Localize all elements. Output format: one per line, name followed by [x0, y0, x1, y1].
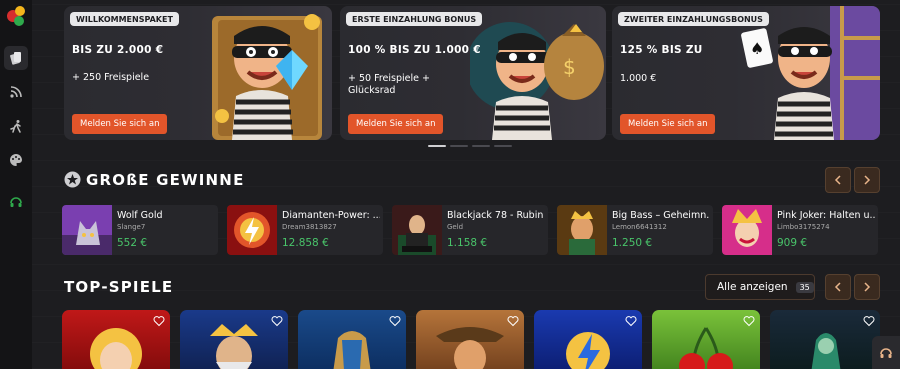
favorite-heart-icon[interactable] — [507, 315, 519, 327]
win-card[interactable]: Diamanten-Power: ... Dream3813827 12.858… — [227, 205, 383, 255]
win-game-name: Pink Joker: Halten u... — [777, 210, 875, 221]
carousel-dot[interactable] — [472, 145, 490, 147]
win-username: Lemon6641312 — [612, 223, 667, 231]
carousel-dot[interactable] — [428, 145, 446, 147]
favorite-heart-icon[interactable] — [271, 315, 283, 327]
robber-ace-illustration: ♠ — [741, 6, 880, 140]
game-tile[interactable] — [770, 310, 880, 369]
win-card[interactable]: Wolf Gold Slange7 552 € — [62, 205, 218, 255]
win-amount: 909 € — [777, 237, 808, 249]
headset-icon — [880, 347, 892, 358]
robber-moneybag-illustration: $ — [470, 22, 604, 140]
runner-icon[interactable] — [4, 114, 28, 138]
chevron-right-icon — [864, 282, 871, 292]
promo-banner-second-deposit[interactable]: ♠ ZWEITER EINZAHLUNGSBONUS 125 % BIS ZU … — [612, 6, 880, 140]
promo-subtext: 1.000 € — [620, 73, 657, 84]
favorite-heart-icon[interactable] — [153, 315, 165, 327]
star-icon — [64, 171, 81, 188]
win-username: Limbo3175274 — [777, 223, 830, 231]
pink-joker-thumbnail — [722, 205, 772, 255]
game-tile[interactable] — [416, 310, 524, 369]
signup-button[interactable]: Melden Sie sich an — [348, 114, 444, 134]
win-game-name: Wolf Gold — [117, 210, 163, 221]
signup-button[interactable]: Melden Sie sich an — [620, 114, 716, 134]
promo-headline: 125 % BIS ZU — [620, 44, 703, 56]
game-tile[interactable] — [180, 310, 288, 369]
wolf-gold-thumbnail — [62, 205, 112, 255]
chevron-left-icon — [834, 175, 841, 185]
promo-carousel: WILLKOMMENSPAKET BIS ZU 2.000 € + 250 Fr… — [64, 6, 880, 140]
top-games-next-button[interactable] — [854, 274, 880, 300]
top-games-title: TOP-SPIELE — [64, 278, 174, 296]
promo-subtext: + 50 Freispiele + Glücksrad — [348, 73, 430, 96]
palette-icon[interactable] — [4, 148, 28, 172]
win-card[interactable]: Big Bass – Geheimn... Lemon6641312 1.250… — [557, 205, 713, 255]
win-game-name: Blackjack 78 - Rubin — [447, 210, 544, 221]
support-chat-button[interactable] — [872, 336, 900, 369]
win-username: Slange7 — [117, 223, 146, 231]
carousel-indicator — [428, 145, 512, 147]
top-games-prev-button[interactable] — [825, 274, 851, 300]
show-all-label: Alle anzeigen — [717, 281, 788, 293]
game-tile[interactable] — [62, 310, 170, 369]
big-wins-next-button[interactable] — [854, 167, 880, 193]
rss-icon[interactable] — [4, 80, 28, 104]
carousel-dot[interactable] — [450, 145, 468, 147]
win-game-name: Big Bass – Geheimn... — [612, 210, 710, 221]
game-tile[interactable] — [534, 310, 642, 369]
win-amount: 1.158 € — [447, 237, 488, 249]
favorite-heart-icon[interactable] — [863, 315, 875, 327]
win-amount: 1.250 € — [612, 237, 653, 249]
win-username: Dream3813827 — [282, 223, 337, 231]
promo-banner-first-deposit[interactable]: $ ERSTE EINZAHLUNG BONUS 100 % BIS ZU 1.… — [340, 6, 606, 140]
win-username: Geld — [447, 223, 464, 231]
promo-tag: WILLKOMMENSPAKET — [70, 12, 179, 26]
chevron-right-icon — [864, 175, 871, 185]
promo-headline: BIS ZU 2.000 € — [72, 44, 164, 56]
win-amount: 552 € — [117, 237, 148, 249]
promo-tag: ERSTE EINZAHLUNG BONUS — [346, 12, 483, 26]
promo-subtext: + 250 Freispiele — [72, 72, 150, 83]
sidebar — [0, 0, 32, 369]
big-wins-title: GROßE GEWINNE — [86, 171, 245, 189]
show-all-button[interactable]: Alle anzeigen 35 — [705, 274, 815, 300]
cards-icon[interactable] — [4, 46, 28, 70]
promo-tag: ZWEITER EINZAHLUNGSBONUS — [618, 12, 769, 26]
big-bass-thumbnail — [557, 205, 607, 255]
game-tile[interactable] — [298, 310, 406, 369]
carousel-dot[interactable] — [494, 145, 512, 147]
promo-banner-welcome[interactable]: WILLKOMMENSPAKET BIS ZU 2.000 € + 250 Fr… — [64, 6, 332, 140]
win-card[interactable]: Pink Joker: Halten u... Limbo3175274 909… — [722, 205, 878, 255]
game-tile[interactable] — [652, 310, 760, 369]
signup-button[interactable]: Melden Sie sich an — [72, 114, 168, 134]
favorite-heart-icon[interactable] — [743, 315, 755, 327]
blackjack-thumbnail — [392, 205, 442, 255]
logo-icon[interactable] — [5, 6, 27, 28]
favorite-heart-icon[interactable] — [389, 315, 401, 327]
diamond-power-thumbnail — [227, 205, 277, 255]
big-wins-prev-button[interactable] — [825, 167, 851, 193]
show-all-count: 35 — [795, 281, 814, 293]
promo-headline: 100 % BIS ZU 1.000 € — [348, 44, 481, 56]
win-amount: 12.858 € — [282, 237, 329, 249]
robber-diamond-illustration — [212, 14, 322, 140]
headset-icon[interactable] — [4, 190, 28, 214]
favorite-heart-icon[interactable] — [625, 315, 637, 327]
win-game-name: Diamanten-Power: ... — [282, 210, 380, 221]
win-card[interactable]: Blackjack 78 - Rubin Geld 1.158 € — [392, 205, 548, 255]
chevron-left-icon — [834, 282, 841, 292]
svg-text:$: $ — [563, 55, 576, 79]
